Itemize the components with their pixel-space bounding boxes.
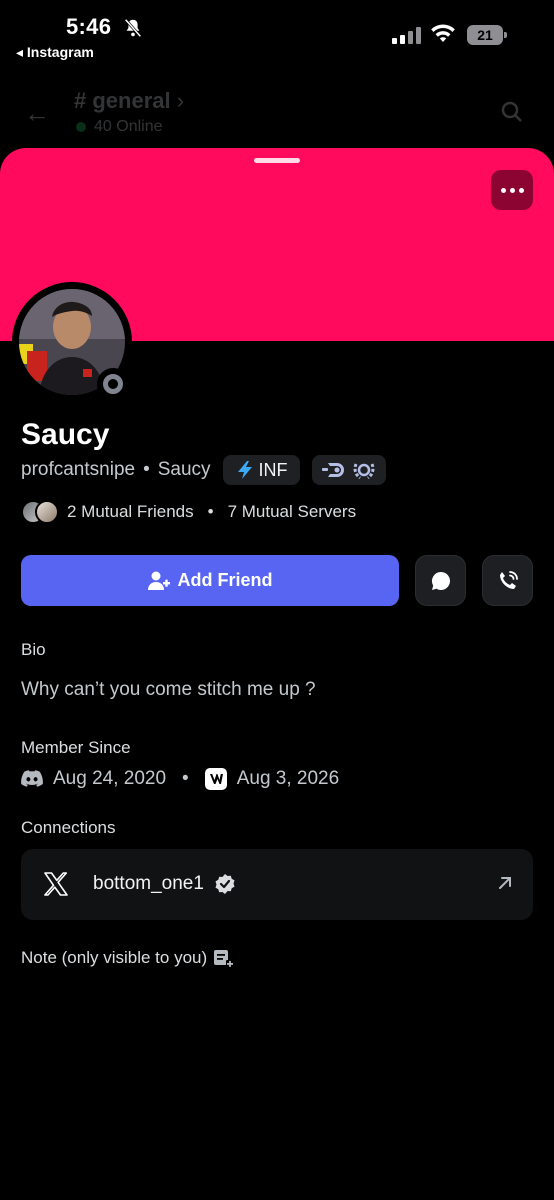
discord-logo-icon	[21, 770, 43, 787]
x-logo-icon	[44, 872, 68, 896]
channel-header: ← # general › 40 Online	[0, 82, 554, 142]
connections-label: Connections	[21, 818, 116, 837]
bio-text: Why can’t you come stitch me up ?	[21, 679, 316, 700]
add-user-icon	[147, 571, 170, 590]
mutuals-row[interactable]: 2 Mutual Friends • 7 Mutual Servers	[21, 500, 356, 524]
add-friend-label: Add Friend	[177, 570, 273, 590]
channel-name[interactable]: # general ›	[74, 88, 184, 114]
bio-label: Bio	[21, 640, 46, 659]
signal-icon	[392, 26, 421, 44]
separator-dot: •	[207, 502, 214, 521]
add-note-icon	[214, 950, 234, 967]
external-link-icon[interactable]	[495, 873, 515, 893]
connection-name: bottom_one1	[93, 873, 204, 894]
note-field[interactable]: Note (only visible to you)	[21, 948, 234, 968]
offline-status-icon	[97, 368, 129, 400]
status-bar: 5:46 ◂ Instagram 21	[0, 0, 554, 70]
member-since-label: Member Since	[21, 738, 131, 757]
chat-bubble-icon	[431, 571, 450, 590]
discord-join-date: Aug 24, 2020	[53, 768, 167, 789]
back-arrow-icon[interactable]: ←	[24, 98, 50, 129]
server-icon	[204, 768, 227, 790]
pronoun-name: Saucy	[157, 459, 211, 480]
sheet-drag-handle[interactable]	[254, 158, 300, 163]
display-name: Saucy	[21, 418, 110, 451]
guild-tag-badge[interactable]: INF	[222, 455, 300, 485]
laurel-badge-icon	[353, 463, 374, 480]
user-identity-row: profcantsnipe • Saucy INF	[21, 455, 386, 485]
separator-dot: •	[182, 768, 189, 789]
bell-slash-icon	[124, 18, 142, 38]
message-button[interactable]	[415, 555, 466, 606]
status-time: 5:46	[66, 14, 112, 39]
guild-tag-label: INF	[258, 459, 288, 480]
voice-call-button[interactable]	[482, 555, 533, 606]
server-join-date: Aug 3, 2026	[236, 768, 340, 789]
back-to-instagram-link[interactable]: ◂ Instagram	[16, 44, 94, 61]
online-dot-icon	[76, 122, 86, 132]
profile-sheet: Saucy profcantsnipe • Saucy INF 2 Mutual…	[0, 148, 554, 1200]
more-options-button[interactable]	[491, 170, 533, 210]
member-since-row: Aug 24, 2020 • Aug 3, 2026	[21, 768, 339, 790]
separator-dot: •	[143, 459, 150, 480]
mutual-friends-count[interactable]: 2 Mutual Friends	[67, 502, 194, 522]
mutual-servers-count[interactable]: 7 Mutual Servers	[228, 502, 357, 522]
profile-badges[interactable]	[311, 455, 386, 485]
lightning-icon	[237, 461, 252, 479]
phone-icon	[499, 570, 518, 589]
channel-online-count: 40 Online	[76, 118, 163, 136]
mutual-avatars	[21, 500, 59, 524]
search-icon[interactable]	[500, 100, 524, 124]
add-friend-button[interactable]: Add Friend	[21, 555, 399, 606]
battery-icon: 21	[467, 25, 507, 45]
note-label: Note (only visible to you)	[21, 948, 208, 967]
nitro-badge-icon	[321, 463, 344, 477]
username: profcantsnipe	[21, 459, 136, 480]
connection-card-x[interactable]: bottom_one1	[21, 849, 533, 920]
wifi-icon	[431, 24, 455, 42]
verified-check-icon	[215, 874, 235, 894]
